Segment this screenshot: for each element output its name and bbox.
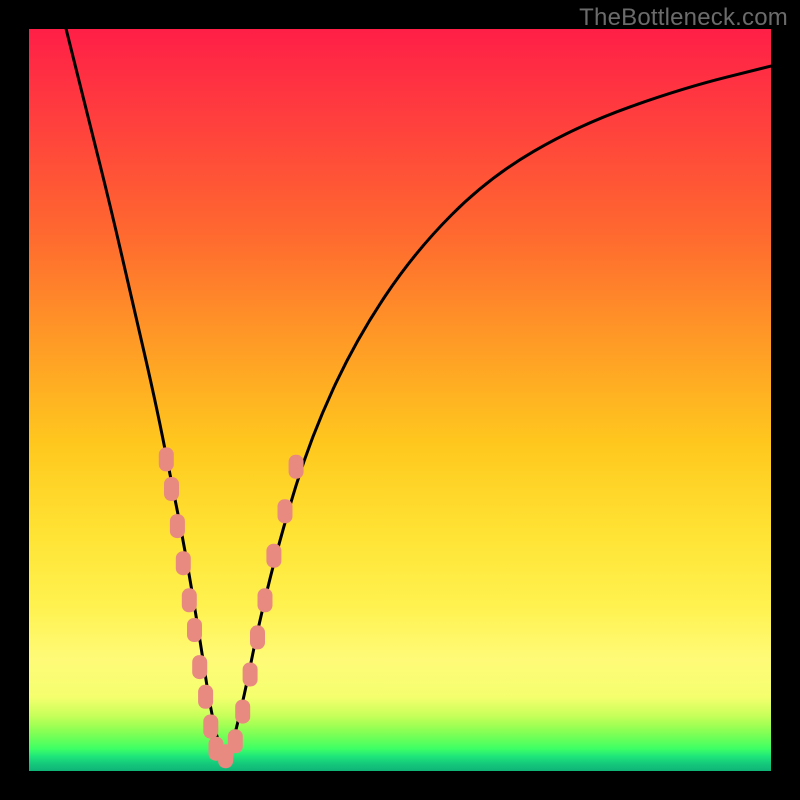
curve-marker [243, 663, 258, 687]
watermark-text: TheBottleneck.com [579, 4, 788, 32]
curve-marker [235, 700, 250, 724]
curve-marker [192, 655, 207, 679]
curve-marker [278, 499, 293, 523]
curve-marker [198, 685, 213, 709]
curve-marker [250, 625, 265, 649]
chart-svg [29, 29, 771, 771]
chart-frame: TheBottleneck.com [0, 0, 800, 800]
curve-marker [182, 588, 197, 612]
curve-marker [266, 544, 281, 568]
curve-marker [258, 588, 273, 612]
curve-path [66, 29, 771, 756]
curve-marker [289, 455, 304, 479]
marker-group [159, 447, 304, 768]
curve-marker [187, 618, 202, 642]
curve-marker [228, 729, 243, 753]
curve-marker [164, 477, 179, 501]
curve-marker [170, 514, 185, 538]
curve-marker [159, 447, 174, 471]
bottleneck-curve [66, 29, 771, 756]
plot-area [29, 29, 771, 771]
curve-marker [203, 715, 218, 739]
curve-marker [176, 551, 191, 575]
